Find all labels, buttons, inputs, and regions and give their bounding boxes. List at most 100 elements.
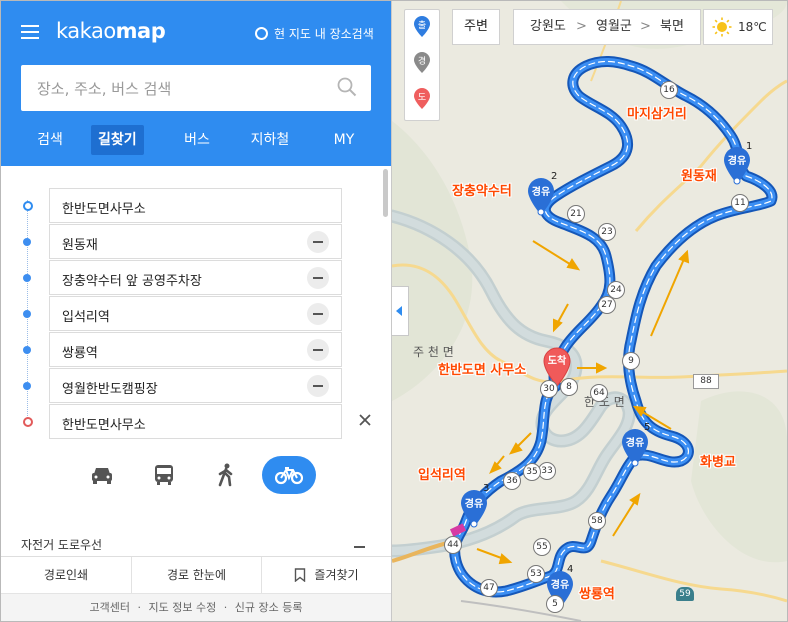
- route-step: 53: [527, 565, 545, 583]
- search-icon[interactable]: [337, 77, 357, 97]
- remove-waypoint-button[interactable]: [307, 303, 329, 325]
- start-dot-icon: [23, 201, 33, 211]
- place-label[interactable]: 한반도면 사무소: [438, 359, 526, 378]
- collapse-panel-button[interactable]: [392, 286, 409, 336]
- customer-center-link[interactable]: 고객센터: [90, 601, 130, 614]
- route-point-via-5[interactable]: 영월한반도캠핑장: [49, 368, 342, 403]
- route-step: 16: [660, 81, 678, 99]
- route-point-start[interactable]: 한반도면사무소: [49, 188, 342, 223]
- place-label[interactable]: 마지삼거리: [627, 103, 687, 122]
- remove-waypoint-button[interactable]: [307, 375, 329, 397]
- search-input[interactable]: [35, 77, 329, 101]
- route-step: 11: [731, 194, 749, 212]
- route-step: 55: [533, 538, 551, 556]
- waypoint-marker-label: 경유: [625, 438, 645, 449]
- map-edit-link[interactable]: 지도 정보 수정: [149, 601, 217, 614]
- route-overview-button[interactable]: 경로 한눈에: [132, 557, 261, 594]
- tab-subway[interactable]: 지하철: [249, 125, 291, 155]
- region-breadcrumb: 강원도 > 영월군 > 북면: [513, 9, 701, 45]
- kakaomap-logo[interactable]: kakaomap: [56, 19, 166, 43]
- tab-my[interactable]: MY: [331, 125, 357, 155]
- temperature: 18℃: [738, 20, 767, 34]
- waypoint-marker-label: 경유: [464, 499, 484, 510]
- remove-waypoint-button[interactable]: [307, 339, 329, 361]
- mode-walk-button[interactable]: [199, 456, 253, 494]
- remove-waypoint-button[interactable]: [307, 231, 329, 253]
- waypoint-dot-icon: [23, 346, 31, 354]
- waypoint-marker[interactable]: 경유: [527, 178, 555, 216]
- waypoint-order: 5: [644, 422, 651, 433]
- nearby-search-toggle[interactable]: 현 지도 내 장소검색: [255, 25, 374, 42]
- route-point-via-4[interactable]: 쌍룡역: [49, 332, 342, 367]
- breadcrumb-province[interactable]: 강원도: [530, 10, 566, 44]
- collapse-icon[interactable]: [354, 546, 365, 548]
- new-place-link[interactable]: 신규 장소 등록: [235, 601, 303, 614]
- minus-icon: [313, 277, 323, 279]
- waypoint-marker-label: 경유: [727, 156, 747, 167]
- chevron-right-icon: >: [640, 19, 651, 34]
- mode-car-button[interactable]: [75, 456, 129, 494]
- bottom-actions: 경로인쇄 경로 한눈에 즐겨찾기: [1, 556, 391, 594]
- marker-palette: 출 경 도: [404, 9, 440, 121]
- waypoint-order: 4: [567, 564, 574, 575]
- waypoint-marker[interactable]: 경유: [460, 490, 488, 528]
- waypoint-order: 3: [483, 483, 490, 494]
- mode-bicycle-button[interactable]: [262, 456, 316, 494]
- waypoint-dot-icon: [23, 238, 31, 246]
- remove-waypoint-button[interactable]: [307, 267, 329, 289]
- place-label[interactable]: 쌍룡역: [579, 583, 615, 602]
- route-point-label: 한반도면사무소: [62, 202, 146, 217]
- print-route-button[interactable]: 경로인쇄: [1, 557, 131, 594]
- route-step: 64: [590, 384, 608, 402]
- minus-icon: [313, 241, 323, 243]
- route-point-end[interactable]: 한반도면사무소: [49, 404, 342, 439]
- route-step: 30: [540, 380, 558, 398]
- tab-directions[interactable]: 길찾기: [91, 125, 144, 155]
- route-step: 36: [503, 472, 521, 490]
- waypoint-marker[interactable]: 경유: [723, 147, 751, 185]
- waypoint-marker-label: 경유: [531, 187, 551, 198]
- place-label[interactable]: 원동재: [681, 165, 717, 184]
- map-canvas[interactable]: 도착: [392, 1, 787, 621]
- route-option-title: 자전거 도로우선: [21, 538, 103, 552]
- town-label: 주 천 면: [413, 345, 454, 359]
- scrollbar[interactable]: [383, 169, 388, 217]
- route-step: 47: [480, 579, 498, 597]
- app-window: kakaomap 현 지도 내 장소검색 검색 길찾기 버스 지하철 MY: [0, 0, 788, 622]
- bookmark-icon: [295, 568, 306, 583]
- road-number-59: 59: [676, 587, 694, 601]
- waypoint-marker-label: 경유: [550, 580, 570, 591]
- route-point-label: 한반도면사무소: [62, 418, 146, 433]
- close-icon[interactable]: [358, 413, 372, 427]
- route-point-via-2[interactable]: 장충약수터 앞 공영주차장: [49, 260, 342, 295]
- favorite-button[interactable]: 즐겨찾기: [262, 557, 391, 594]
- route-step: 35: [523, 463, 541, 481]
- tab-search[interactable]: 검색: [35, 125, 65, 155]
- nearby-button[interactable]: 주변: [452, 9, 500, 45]
- mode-bus-button[interactable]: [137, 456, 191, 494]
- weather-widget[interactable]: 18℃: [703, 9, 773, 45]
- waypoint-dot-icon: [23, 274, 31, 282]
- chevron-right-icon: >: [576, 19, 587, 34]
- place-label[interactable]: 입석리역: [418, 464, 466, 483]
- minus-icon: [313, 349, 323, 351]
- end-dot-icon: [23, 417, 33, 427]
- car-icon: [92, 468, 112, 484]
- separator: ·: [223, 601, 228, 614]
- breadcrumb-town[interactable]: 북면: [660, 10, 684, 44]
- menu-icon[interactable]: [21, 25, 39, 39]
- breadcrumb-county[interactable]: 영월군: [596, 10, 632, 44]
- place-label[interactable]: 화병교: [700, 451, 736, 470]
- route-point-label: 쌍룡역: [62, 346, 98, 361]
- place-label[interactable]: 장충약수터: [452, 180, 512, 199]
- chevron-left-icon: [396, 306, 402, 316]
- separator: ·: [137, 601, 142, 614]
- waypoint-marker-label: 경: [417, 57, 427, 67]
- radio-icon[interactable]: [255, 27, 268, 40]
- arrival-marker-label: 도: [417, 93, 427, 103]
- waypoint-marker[interactable]: 경유: [621, 429, 649, 467]
- route-point-via-3[interactable]: 입석리역: [49, 296, 342, 331]
- route-step: 58: [588, 512, 606, 530]
- route-point-via-1[interactable]: 원동재: [49, 224, 342, 259]
- tab-bus[interactable]: 버스: [181, 125, 213, 155]
